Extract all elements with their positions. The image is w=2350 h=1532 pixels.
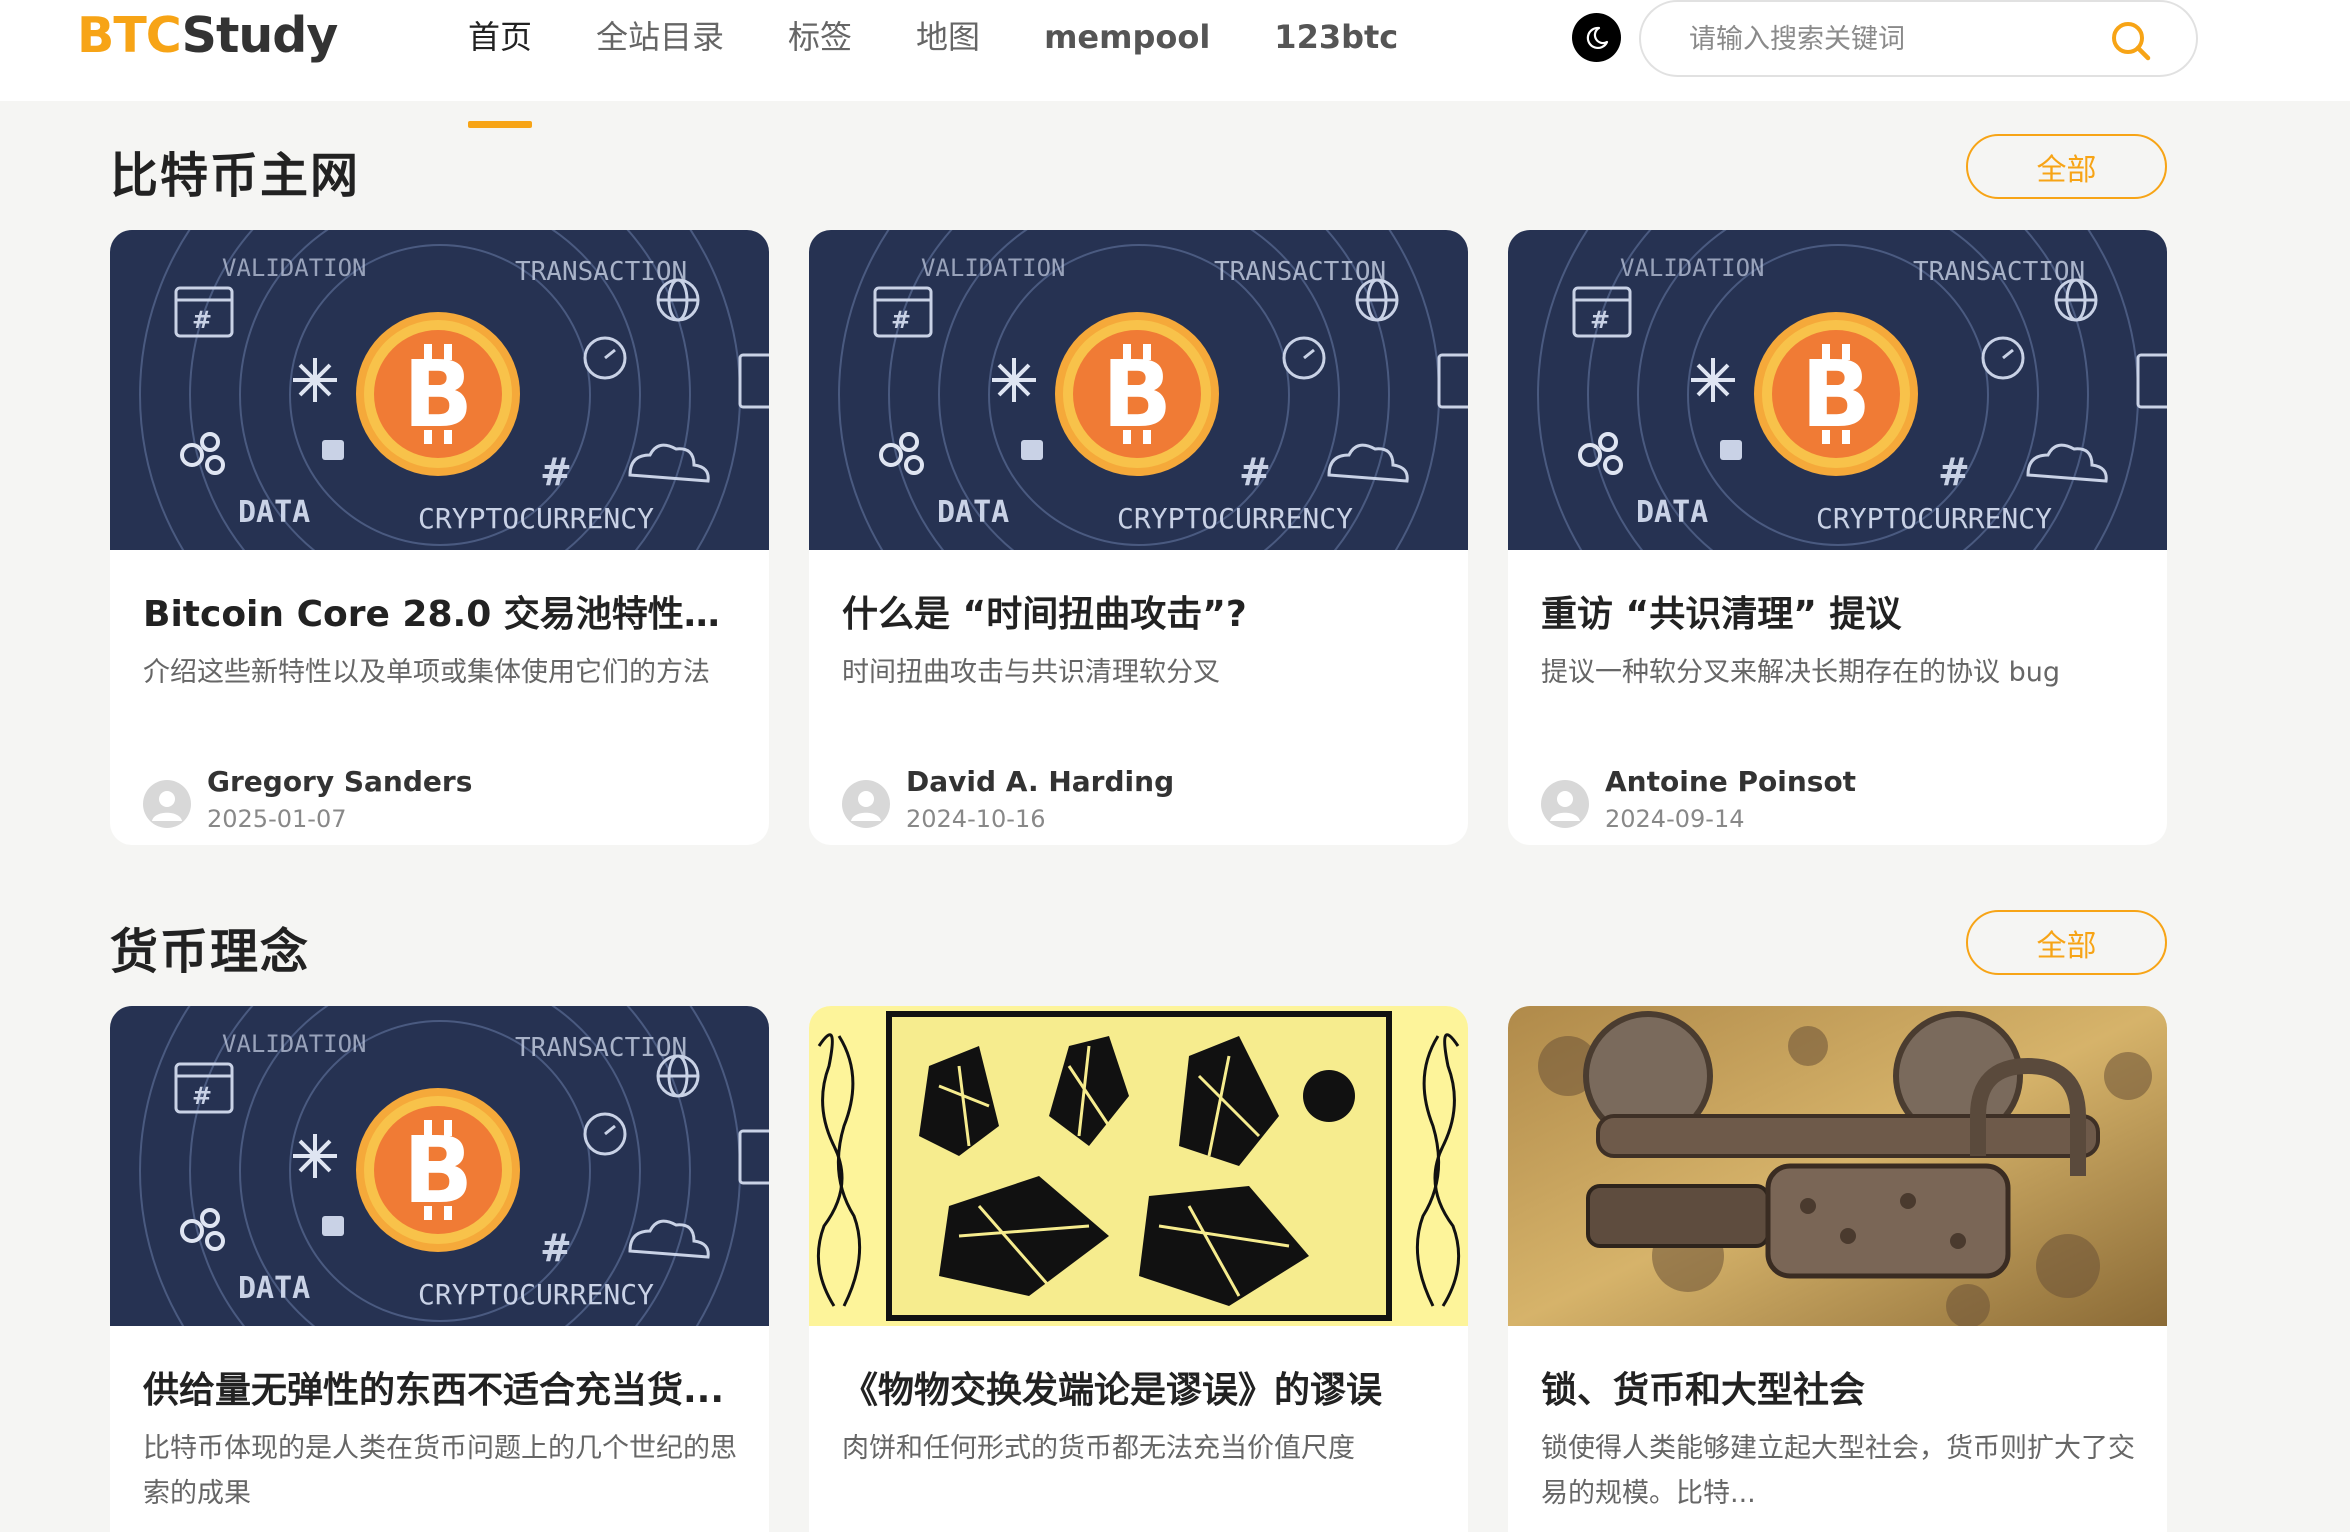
- svg-text:#: #: [1938, 450, 1970, 494]
- search-button[interactable]: [2103, 13, 2159, 69]
- avatar-icon: [1541, 780, 1589, 828]
- svg-text:B: B: [403, 1117, 473, 1224]
- svg-text:CRYPTOCURRENCY: CRYPTOCURRENCY: [1816, 502, 2052, 535]
- article-card[interactable]: # # DATA CRYPTOCURRENCY VALIDATION TRANS…: [110, 230, 769, 845]
- avatar-icon: [842, 780, 890, 828]
- svg-text:#: #: [540, 1226, 572, 1270]
- view-all-button-money[interactable]: 全部: [1966, 910, 2167, 975]
- article-card[interactable]: 《物物交换发端论是谬误》的谬误 肉饼和任何形式的货币都无法充当价值尺度: [809, 1006, 1468, 1532]
- nav-item-mempool[interactable]: mempool: [1044, 0, 1210, 101]
- card-author: Antoine Poinsot 2024-09-14: [1541, 765, 2141, 835]
- card-author: Gregory Sanders 2025-01-07: [143, 765, 743, 835]
- nav-item-map[interactable]: 地图: [916, 0, 980, 101]
- avatar-icon: [143, 780, 191, 828]
- card-title: 《物物交换发端论是谬误》的谬误: [842, 1370, 1383, 1411]
- svg-text:DATA: DATA: [937, 495, 1009, 530]
- svg-text:#: #: [891, 306, 911, 334]
- logo-btc: BTC: [77, 7, 183, 64]
- svg-text:DATA: DATA: [238, 495, 310, 530]
- section-title-mainnet: 比特币主网: [110, 148, 361, 204]
- search-box: [1639, 0, 2198, 77]
- card-image-bitcoin: # # DATA CRYPTOCURRENCY VALIDATION TRANS…: [110, 1006, 769, 1326]
- publish-date: 2025-01-07: [207, 805, 347, 833]
- card-image-padlock: [1508, 1006, 2167, 1326]
- author-name: Antoine Poinsot: [1605, 765, 1857, 798]
- card-image-bitcoin: # # DATA CRYPTOCURRENCY VALIDATION TRANS…: [1508, 230, 2167, 550]
- card-author: David A. Harding 2024-10-16: [842, 765, 1442, 835]
- svg-text:DATA: DATA: [1636, 495, 1708, 530]
- svg-text:B: B: [1102, 341, 1172, 448]
- card-subtitle: 时间扭曲攻击与共识清理软分叉: [842, 657, 1220, 688]
- site-logo[interactable]: BTCStudy: [77, 4, 339, 68]
- svg-text:DATA: DATA: [238, 1271, 310, 1306]
- publish-date: 2024-10-16: [906, 805, 1046, 833]
- card-image-woodcut: [809, 1006, 1468, 1326]
- author-name: Gregory Sanders: [207, 765, 473, 798]
- svg-text:#: #: [1590, 306, 1610, 334]
- svg-text:TRANSACTION: TRANSACTION: [515, 1033, 687, 1063]
- svg-text:#: #: [1239, 450, 1271, 494]
- svg-text:CRYPTOCURRENCY: CRYPTOCURRENCY: [418, 502, 654, 535]
- article-card[interactable]: 锁、货币和大型社会 锁使得人类能够建立起大型社会，货币则扩大了交易的规模。比特.…: [1508, 1006, 2167, 1532]
- main-nav: 首页 全站目录 标签 地图 mempool 123btc: [468, 0, 1462, 128]
- nav-item-home[interactable]: 首页: [468, 0, 533, 128]
- search-icon: [2112, 22, 2151, 61]
- nav-item-tags[interactable]: 标签: [788, 0, 852, 101]
- card-title: 什么是 “时间扭曲攻击”?: [842, 594, 1247, 635]
- svg-text:#: #: [192, 306, 212, 334]
- article-card[interactable]: # # DATA CRYPTOCURRENCY VALIDATION TRANS…: [1508, 230, 2167, 845]
- author-name: David A. Harding: [906, 765, 1175, 798]
- card-subtitle: 提议一种软分叉来解决长期存在的协议 bug: [1541, 657, 2060, 688]
- card-subtitle: 介绍这些新特性以及单项或集体使用它们的方法: [143, 657, 710, 688]
- svg-text:TRANSACTION: TRANSACTION: [1913, 257, 2085, 287]
- svg-text:VALIDATION: VALIDATION: [222, 254, 367, 282]
- svg-text:VALIDATION: VALIDATION: [921, 254, 1066, 282]
- publish-date: 2024-09-14: [1605, 805, 1745, 833]
- article-card[interactable]: # # DATA CRYPTOCURRENCY VALIDATION TRANS…: [809, 230, 1468, 845]
- svg-text:CRYPTOCURRENCY: CRYPTOCURRENCY: [1117, 502, 1353, 535]
- card-title: 重访 “共识清理” 提议: [1541, 594, 1902, 635]
- card-image-bitcoin: # # DATA CRYPTOCURRENCY VALIDATION TRANS…: [809, 230, 1468, 550]
- card-subtitle: 肉饼和任何形式的货币都无法充当价值尺度: [842, 1433, 1355, 1464]
- theme-toggle-button[interactable]: [1572, 13, 1621, 62]
- section-title-money: 货币理念: [110, 924, 311, 980]
- svg-text:VALIDATION: VALIDATION: [1620, 254, 1765, 282]
- card-subtitle: 比特币体现的是人类在货币问题上的几个世纪的思索的成果: [143, 1433, 737, 1509]
- article-card[interactable]: # # DATA CRYPTOCURRENCY VALIDATION TRANS…: [110, 1006, 769, 1532]
- svg-text:VALIDATION: VALIDATION: [222, 1030, 367, 1058]
- card-title: 锁、货币和大型社会: [1541, 1370, 1866, 1411]
- search-input[interactable]: [1689, 19, 2109, 59]
- svg-text:#: #: [192, 1082, 212, 1110]
- card-title: Bitcoin Core 28.0 交易池特性钱包...: [143, 594, 743, 635]
- svg-text:B: B: [403, 341, 473, 448]
- logo-study: Study: [181, 7, 339, 64]
- site-header: BTCStudy 首页 全站目录 标签 地图 mempool 123btc: [0, 0, 2350, 128]
- svg-text:TRANSACTION: TRANSACTION: [1214, 257, 1386, 287]
- svg-text:CRYPTOCURRENCY: CRYPTOCURRENCY: [418, 1278, 654, 1311]
- nav-item-directory[interactable]: 全站目录: [596, 0, 724, 101]
- svg-text:#: #: [540, 450, 572, 494]
- moon-icon: [1586, 26, 1608, 49]
- view-all-button-mainnet[interactable]: 全部: [1966, 134, 2167, 199]
- svg-text:TRANSACTION: TRANSACTION: [515, 257, 687, 287]
- card-image-bitcoin: # # DATA CRYPTOCURRENCY VALIDATION TRANS…: [110, 230, 769, 550]
- card-title: 供给量无弹性的东西不适合充当货...: [143, 1370, 725, 1411]
- card-subtitle: 锁使得人类能够建立起大型社会，货币则扩大了交易的规模。比特...: [1541, 1433, 2135, 1509]
- svg-text:B: B: [1801, 341, 1871, 448]
- nav-item-123btc[interactable]: 123btc: [1274, 0, 1398, 101]
